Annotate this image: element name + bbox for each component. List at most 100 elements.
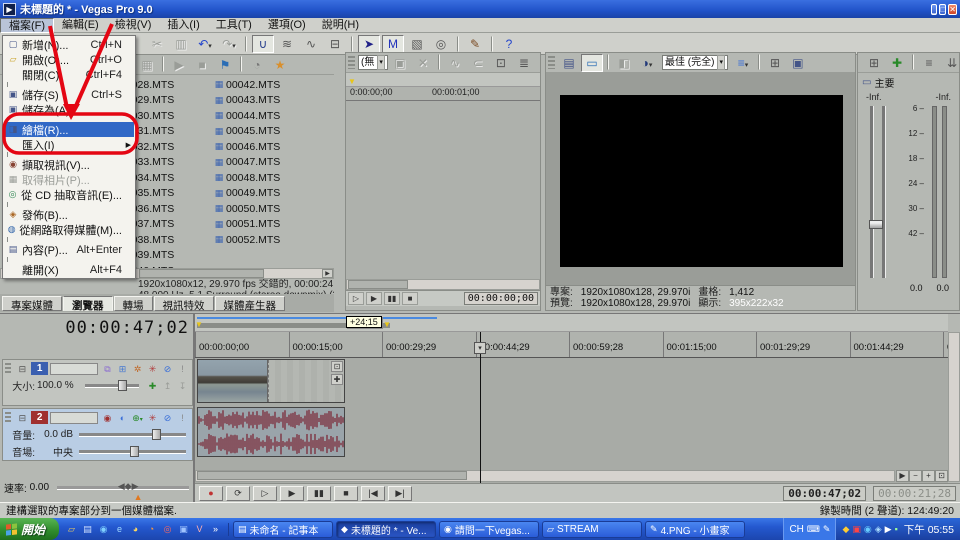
menu[interactable]: 插入(I) [159,18,207,33]
fader-rail-left[interactable] [870,106,873,278]
close-button[interactable]: ✕ [948,4,957,15]
trimmer-ruler[interactable]: 0:00:00;0000:00:01;00 [346,87,540,101]
tab-project-media[interactable]: 專案媒體 [2,296,62,311]
file-item[interactable]: ▦00042.MTS [212,77,318,93]
file-item[interactable]: ▦00049.MTS [212,186,318,202]
menu-item-capture-video[interactable]: ◉ 擷取視訊(V)... [4,157,134,172]
track-motion-icon[interactable]: ⊞ [115,362,130,375]
menu-item-import[interactable]: 匯入(I) [4,137,134,152]
play-button[interactable]: ▶ [280,486,304,501]
pen-icon[interactable]: ✎ [823,524,831,535]
volume-value[interactable]: 0.0 dB [37,429,73,440]
tray-za-icon[interactable]: ▣ [852,524,861,535]
menu-item-save[interactable]: ▣ 儲存(S) Ctrl+S [4,87,134,102]
menu-item-open[interactable]: ▱ 開啟(O)... Ctrl+O [4,52,134,67]
pan-slider[interactable] [79,450,186,453]
file-item[interactable]: ▦00046.MTS [212,139,318,155]
explorer-toolbar-icon[interactable] [162,56,164,72]
stop-preview-icon[interactable]: ■ [191,56,213,74]
tab-video-fx[interactable]: 視訊特效 [154,296,214,311]
menu-item-render-as[interactable]: ◨ 繪檔(R)... [4,122,134,137]
file-item[interactable]: ▦00043.MTS [212,93,318,109]
keyboard-icon[interactable]: ⌨ [807,524,820,535]
automation-settings-icon[interactable]: ✳ [145,411,160,424]
file-item[interactable]: ▦00044.MTS [212,108,318,124]
tray-volume-icon[interactable]: ◈ [875,524,882,535]
toolbar-icon[interactable] [491,36,493,52]
vegas-icon[interactable]: V [193,523,206,536]
minimize-track-icon[interactable]: ⊟ [15,362,29,375]
envelope-edit-tool-icon[interactable]: M [382,35,404,53]
cut-icon[interactable]: ✂ [146,35,168,53]
minimize-button[interactable]: _ [931,4,937,15]
insert-audio-bus-icon[interactable]: ⊞ [863,54,885,72]
save-snapshot-icon[interactable]: ▣ [787,54,809,72]
overlays-icon[interactable]: ≡ [732,54,754,72]
playhead-cursor[interactable] [480,332,481,483]
menu[interactable]: 選項(O) [260,18,314,33]
downmix-output-icon[interactable]: ⇊ [941,54,960,72]
trimmer-hscrollbar[interactable] [346,279,540,290]
messenger-icon[interactable]: ◉ [97,523,110,536]
trimmer-marker-bar[interactable]: ▼ [346,73,540,87]
trim-marker-icon[interactable]: ▼ [348,77,356,86]
preview-toolbar-icon[interactable] [758,54,760,70]
selection-edit-tool-icon[interactable]: ▧ [406,35,428,53]
toolbar-icon[interactable] [351,36,353,52]
insert-fx-icon[interactable]: ⊕ [130,411,145,424]
menu-item-extract-cd-audio[interactable]: ◎ 從 CD 抽取音訊(E)... [4,187,134,202]
audio-track-header[interactable]: ⊟ 2 ◉◐⊕✳⊘! 音量: 0.0 dB 音場: 中央 [2,408,193,461]
zoom-out-button[interactable]: − [909,470,922,482]
level-down-icon[interactable]: ↧ [175,379,190,392]
media-manager-icon[interactable]: ◔ [246,56,268,74]
sync-cursor-icon[interactable]: ⊂ [467,54,489,72]
solo-icon[interactable]: ! [175,411,190,424]
loop-start-marker[interactable]: ▼ [195,320,203,329]
remove-media-icon[interactable]: ✕ [412,54,434,72]
undo-icon[interactable]: ↶ [194,35,216,53]
event-pan-crop-icon[interactable]: ⊡ [331,361,343,372]
mixer-properties-icon[interactable]: ≡ [918,54,940,72]
scroll-right-button[interactable]: ▶ [322,269,333,278]
ignore-event-grouping-icon[interactable]: ⊟ [324,35,346,53]
go-to-start-button[interactable]: |◀ [361,486,385,501]
video-track-header[interactable]: ⊟ 1 ⧉⊞✲✳⊘! 大小: 100.0 % ✚↥↧ [2,359,193,406]
file-item[interactable]: ▦00050.MTS [212,201,318,217]
folder-icon[interactable]: ▱ [65,523,78,536]
rate-slider-handle[interactable]: ◀◆▶ [118,481,139,492]
file-item[interactable]: ▦00045.MTS [212,124,318,140]
timeline-vscrollbar[interactable] [948,332,960,482]
tracks-area[interactable]: ⊡ ✚ [195,358,948,483]
tab-media-generators[interactable]: 媒體產生器 [215,296,286,311]
external-monitor-icon[interactable]: ▭ [581,54,603,72]
auto-ripple-icon[interactable]: ≋ [276,35,298,53]
record-button[interactable]: ● [199,486,223,501]
mute-icon[interactable]: ⊘ [160,411,175,424]
ie-icon[interactable]: e [113,523,126,536]
file-item[interactable]: ▦00051.MTS [212,217,318,233]
start-preview-icon[interactable]: ▶ [168,56,190,74]
fx-bypass-icon[interactable]: ✚ [145,379,160,392]
track-number[interactable]: 2 [31,411,48,424]
copy-snapshot-icon[interactable]: ⊞ [764,54,786,72]
redo-icon[interactable]: ↷ [218,35,240,53]
track-number[interactable]: 1 [31,362,48,375]
zoom-fit-button[interactable]: ⊡ [935,470,948,482]
maximize-button[interactable]: □ [939,4,946,15]
menu-item-get-photo[interactable]: ▦ 取得相片(P)... [4,172,134,187]
task-browser[interactable]: ◉請問一下vegas... [439,521,539,538]
menu[interactable]: 工具(T) [208,18,260,33]
project-properties-icon[interactable]: ▤ [558,54,580,72]
task-paint[interactable]: ✎4.PNG - 小畫家 [645,521,745,538]
file-item[interactable]: ▦00048.MTS [212,170,318,186]
dock-grip[interactable] [348,56,355,70]
explorer-toolbar-icon[interactable] [240,56,242,72]
video-event[interactable]: ⊡ ✚ [197,359,345,403]
language-indicator[interactable]: CH [789,524,803,535]
video-display[interactable] [560,95,843,267]
trimmer-timecode[interactable]: 00:00:00;00 [464,292,538,305]
trimmer-toolbar-icon[interactable] [438,54,440,70]
play-from-start-button[interactable]: ▷ [253,486,277,501]
tray-network-icon[interactable]: ▪ [895,524,898,535]
track-name-field[interactable] [50,412,98,424]
